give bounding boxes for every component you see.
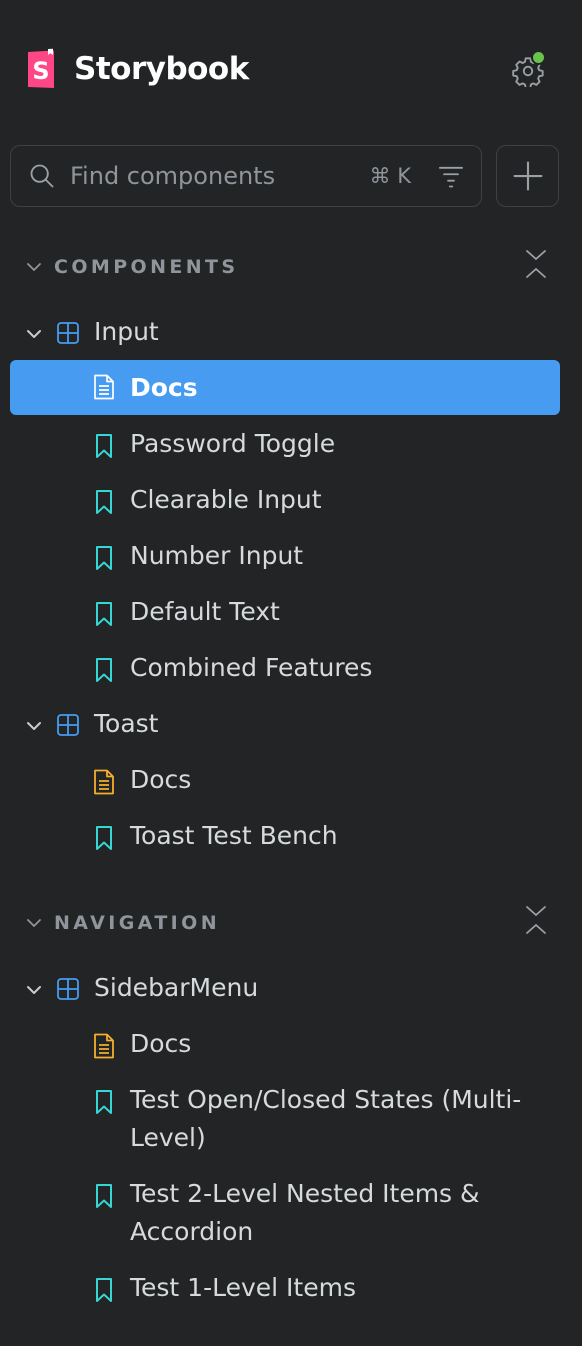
status-indicator: [531, 50, 546, 65]
collapse-all-icon[interactable]: [524, 903, 548, 937]
tree-item-combined-features[interactable]: Combined Features: [10, 649, 560, 689]
bookmark-icon: [96, 546, 112, 570]
plus-icon: [512, 161, 543, 191]
tree-item-sidebarmenu-docs[interactable]: Docs: [10, 1025, 560, 1065]
bookmark-icon: [96, 1090, 112, 1114]
tree-component-toast[interactable]: Toast: [10, 705, 560, 745]
search-box[interactable]: ⌘ K: [10, 145, 482, 207]
bookmark-icon: [96, 602, 112, 626]
keyboard-shortcut-hint: ⌘ K: [369, 164, 411, 188]
component-label: SidebarMenu: [94, 973, 259, 1002]
chevron-down-icon: [27, 986, 41, 994]
item-label: Test 1-Level Items: [130, 1273, 356, 1302]
brand-name: Storybook: [74, 51, 249, 87]
item-label: Combined Features: [130, 653, 373, 682]
search-icon: [30, 164, 54, 188]
tree-item-clearable-input[interactable]: Clearable Input: [10, 481, 560, 521]
storybook-brand[interactable]: S Storybook: [26, 48, 249, 90]
bookmark-icon: [96, 1184, 112, 1208]
item-label: Docs: [130, 1029, 192, 1058]
document-icon: [94, 769, 114, 795]
item-label: Default Text: [130, 597, 280, 626]
filter-icon[interactable]: [437, 162, 465, 190]
svg-text:S: S: [32, 57, 49, 85]
storybook-logo-icon: S: [28, 48, 54, 88]
tree-item-2-level-nested[interactable]: Test 2-Level Nested Items & Accordion: [10, 1175, 560, 1253]
tree-component-sidebarmenu[interactable]: SidebarMenu: [10, 969, 560, 1009]
section-header-navigation[interactable]: NAVIGATION: [24, 903, 548, 943]
chevron-down-icon: [27, 722, 41, 730]
item-label: Password Toggle: [130, 429, 336, 458]
tree-item-input-docs[interactable]: Docs: [10, 360, 560, 415]
chevron-down-icon: [27, 330, 41, 338]
section-title: NAVIGATION: [54, 912, 220, 934]
component-icon: [57, 322, 79, 344]
bookmark-icon: [96, 1278, 112, 1302]
bookmark-icon: [96, 490, 112, 514]
tree-item-open-closed-states[interactable]: Test Open/Closed States (Multi-Level): [10, 1081, 560, 1159]
bookmark-icon: [96, 434, 112, 458]
tree-item-1-level-items[interactable]: Test 1-Level Items: [10, 1269, 560, 1309]
settings-button[interactable]: [510, 50, 546, 89]
create-story-button[interactable]: [496, 145, 559, 207]
search-input[interactable]: [70, 162, 370, 190]
tree-component-input[interactable]: Input: [10, 313, 560, 353]
document-icon: [94, 1033, 114, 1059]
bookmark-icon: [96, 658, 112, 682]
item-label: Clearable Input: [130, 485, 322, 514]
item-label: Number Input: [130, 541, 304, 570]
tree-item-default-text[interactable]: Default Text: [10, 593, 560, 633]
item-label: Toast Test Bench: [130, 821, 338, 850]
component-label: Toast: [94, 709, 159, 738]
component-icon: [57, 978, 79, 1000]
item-label: Docs: [130, 765, 192, 794]
tree-item-toast-test-bench[interactable]: Toast Test Bench: [10, 817, 560, 857]
item-label: Test 2-Level Nested Items & Accordion: [130, 1179, 480, 1246]
chevron-down-icon: [27, 263, 41, 271]
tree-item-password-toggle[interactable]: Password Toggle: [10, 425, 560, 465]
tree-item-toast-docs[interactable]: Docs: [10, 761, 560, 801]
chevron-down-icon: [27, 919, 41, 927]
bookmark-icon: [96, 826, 112, 850]
document-icon: [94, 374, 114, 400]
section-header-components[interactable]: COMPONENTS: [24, 247, 548, 287]
section-title: COMPONENTS: [54, 256, 239, 278]
item-label: Docs: [130, 373, 198, 402]
collapse-all-icon[interactable]: [524, 247, 548, 281]
component-label: Input: [94, 317, 159, 346]
item-label: Test Open/Closed States (Multi-Level): [130, 1085, 522, 1152]
component-icon: [57, 714, 79, 736]
tree-item-number-input[interactable]: Number Input: [10, 537, 560, 577]
